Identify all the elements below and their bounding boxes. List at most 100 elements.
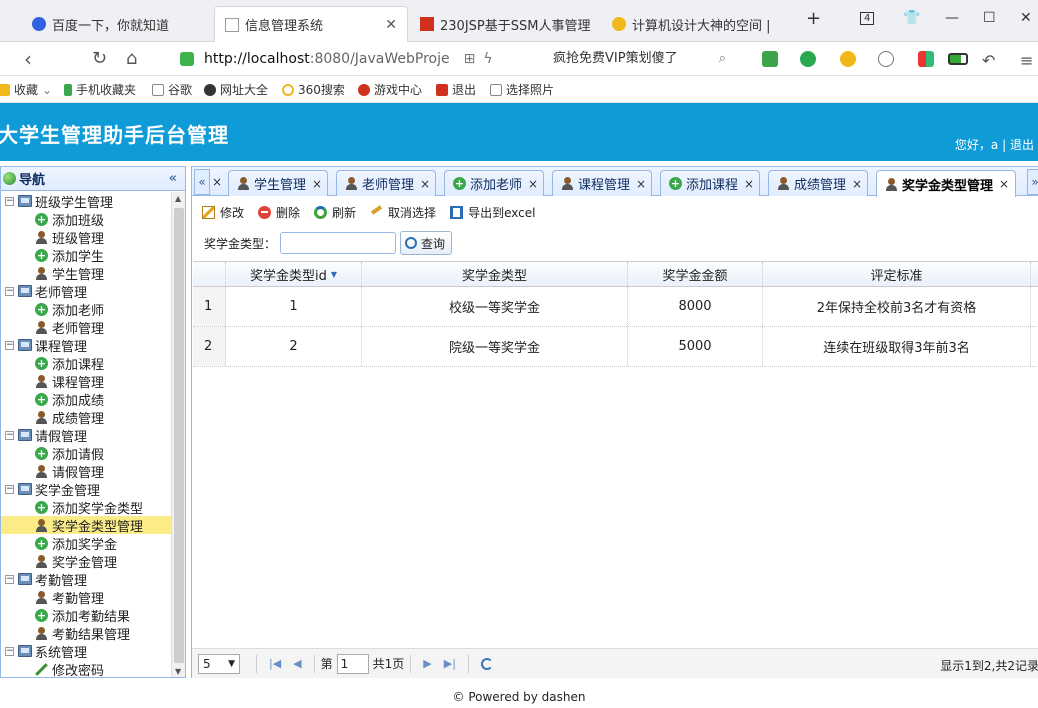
browser-tab-space[interactable]: 计算机设计大神的空间 |	[602, 6, 792, 42]
menu-icon[interactable]: ≡	[1020, 50, 1033, 72]
nav-item[interactable]: 考勤管理	[1, 588, 171, 607]
coupon-icon[interactable]	[840, 51, 856, 67]
query-button[interactable]: 查询	[400, 231, 453, 255]
scissors-icon[interactable]	[762, 51, 778, 67]
shirt-icon[interactable]: 👕	[903, 10, 920, 26]
scholarship-type-input[interactable]	[280, 232, 397, 254]
browser-tab-info-system[interactable]: 信息管理系统 ✕	[214, 6, 408, 42]
back-icon[interactable]: ‹	[24, 48, 32, 70]
nav-group[interactable]: − 考勤管理	[1, 570, 171, 589]
search-icon[interactable]: ⌕	[719, 48, 726, 70]
browser-tab-baidu[interactable]: 百度一下，你就知道	[22, 6, 212, 42]
nav-item[interactable]: + 添加老师	[1, 300, 171, 319]
reload-icon[interactable]: ↻	[92, 48, 107, 70]
maximize-icon[interactable]: ☐	[983, 10, 996, 26]
browser-tab-ssm[interactable]: 230JSP基于SSM人事管理	[410, 6, 600, 42]
bookmark-mobile[interactable]: 手机收藏夹	[64, 81, 136, 98]
tab-5[interactable]: + 添加课程 ×	[660, 170, 760, 196]
tab-count-badge[interactable]: 4	[860, 12, 875, 25]
nav-group[interactable]: − 系统管理	[1, 642, 171, 661]
nav-item[interactable]: + 添加奖学金	[1, 534, 171, 553]
refresh-button[interactable]: 刷新	[314, 204, 356, 221]
bookmark-hao[interactable]: 网址大全	[204, 81, 268, 98]
scroll-down-icon[interactable]: ▼	[175, 667, 181, 676]
tab-2[interactable]: 老师管理 ×	[336, 170, 436, 196]
nav-item[interactable]: + 添加考勤结果	[1, 606, 171, 625]
bookmark-favorites[interactable]: 收藏 ⌄	[0, 81, 52, 98]
next-page-icon[interactable]: ▶	[423, 657, 431, 670]
nav-item[interactable]: + 添加奖学金类型	[1, 498, 171, 517]
nav-item[interactable]: 成绩管理	[1, 408, 171, 427]
scroll-up-icon[interactable]: ▲	[175, 194, 181, 203]
page-number-input[interactable]: 1	[336, 653, 369, 674]
nav-scrollbar[interactable]: ▲ ▼	[171, 192, 185, 677]
refresh-icon[interactable]	[480, 657, 493, 670]
table-row[interactable]: 2 2 院级一等奖学金 5000 连续在班级取得3年前3名	[193, 327, 1038, 367]
nav-group[interactable]: − 课程管理	[1, 336, 171, 355]
close-icon[interactable]: ×	[636, 177, 646, 191]
collapse-toggle-icon[interactable]: −	[5, 574, 14, 584]
tab-6[interactable]: 成绩管理 ×	[768, 170, 868, 196]
close-icon[interactable]: ×	[744, 177, 754, 191]
tab-3[interactable]: + 添加老师 ×	[444, 170, 544, 196]
apps-icon[interactable]	[918, 51, 934, 67]
nav-item[interactable]: 班级管理	[1, 228, 171, 247]
nav-item[interactable]: 请假管理	[1, 462, 171, 481]
scroll-thumb[interactable]	[174, 208, 184, 663]
close-tab-icon[interactable]: ✕	[385, 17, 397, 33]
nav-item[interactable]: + 添加成绩	[1, 390, 171, 409]
collapse-toggle-icon[interactable]: −	[5, 340, 14, 350]
column-header-type[interactable]: 奖学金类型	[362, 262, 628, 286]
close-icon[interactable]: ×	[212, 175, 222, 189]
nav-group[interactable]: − 请假管理	[1, 426, 171, 445]
delete-button[interactable]: 删除	[258, 204, 300, 221]
nav-item[interactable]: + 添加学生	[1, 246, 171, 265]
column-header-standard[interactable]: 评定标准	[763, 262, 1031, 286]
bookmark-google[interactable]: 谷歌	[152, 81, 192, 98]
logout-link[interactable]: 退出	[1010, 138, 1034, 152]
nav-item[interactable]: 课程管理	[1, 372, 171, 391]
translate-icon[interactable]	[800, 51, 816, 67]
emoji-icon[interactable]	[878, 51, 894, 67]
bolt-icon[interactable]: ϟ	[483, 51, 492, 67]
nav-group[interactable]: − 奖学金管理	[1, 480, 171, 499]
close-icon[interactable]: ×	[999, 177, 1009, 191]
home-icon[interactable]: ⌂	[126, 48, 137, 70]
bookmark-360[interactable]: 360搜索	[282, 81, 345, 98]
collapse-icon[interactable]: «	[169, 171, 177, 186]
column-header-id[interactable]: 奖学金类型id ▼	[226, 262, 362, 286]
close-window-icon[interactable]: ✕	[1020, 10, 1032, 26]
qr-icon[interactable]: ⊞	[464, 51, 476, 67]
nav-item[interactable]: + 添加课程	[1, 354, 171, 373]
bookmark-exit[interactable]: 退出	[436, 81, 476, 98]
prev-page-icon[interactable]: ◀	[293, 657, 301, 670]
bookmark-photos[interactable]: 选择照片	[490, 81, 554, 98]
close-icon[interactable]: ×	[312, 177, 322, 191]
collapse-toggle-icon[interactable]: −	[5, 286, 14, 296]
collapse-toggle-icon[interactable]: −	[5, 646, 14, 656]
cancel-select-button[interactable]: 取消选择	[370, 204, 436, 221]
bookmark-games[interactable]: 游戏中心	[358, 81, 422, 98]
url-field[interactable]: http://localhost :8080/JavaWebProje ⊞ ϟ	[180, 47, 540, 71]
export-excel-button[interactable]: 导出到excel	[450, 204, 535, 221]
nav-item[interactable]: + 添加班级	[1, 210, 171, 229]
nav-item[interactable]: 老师管理	[1, 318, 171, 337]
tab-1[interactable]: 学生管理 ×	[228, 170, 328, 196]
new-tab-button[interactable]: +	[806, 8, 821, 29]
nav-group[interactable]: − 班级学生管理	[1, 192, 171, 211]
close-icon[interactable]: ×	[852, 177, 862, 191]
table-row[interactable]: 1 1 校级一等奖学金 8000 2年保持全校前3名才有资格	[193, 287, 1038, 327]
tab-scroll-left[interactable]: «	[194, 169, 210, 195]
tab-7[interactable]: 奖学金类型管理 ×	[876, 170, 1016, 197]
close-icon[interactable]: ×	[420, 177, 430, 191]
tab-4[interactable]: 课程管理 ×	[552, 170, 652, 196]
nav-group[interactable]: − 老师管理	[1, 282, 171, 301]
battery-icon[interactable]	[948, 53, 968, 65]
nav-item[interactable]: 学生管理	[1, 264, 171, 283]
collapse-toggle-icon[interactable]: −	[5, 430, 14, 440]
close-icon[interactable]: ×	[528, 177, 538, 191]
edit-button[interactable]: 修改	[202, 204, 244, 221]
nav-item[interactable]: + 添加请假	[1, 444, 171, 463]
undo-icon[interactable]: ↶	[982, 50, 995, 72]
minimize-icon[interactable]: —	[945, 10, 959, 26]
